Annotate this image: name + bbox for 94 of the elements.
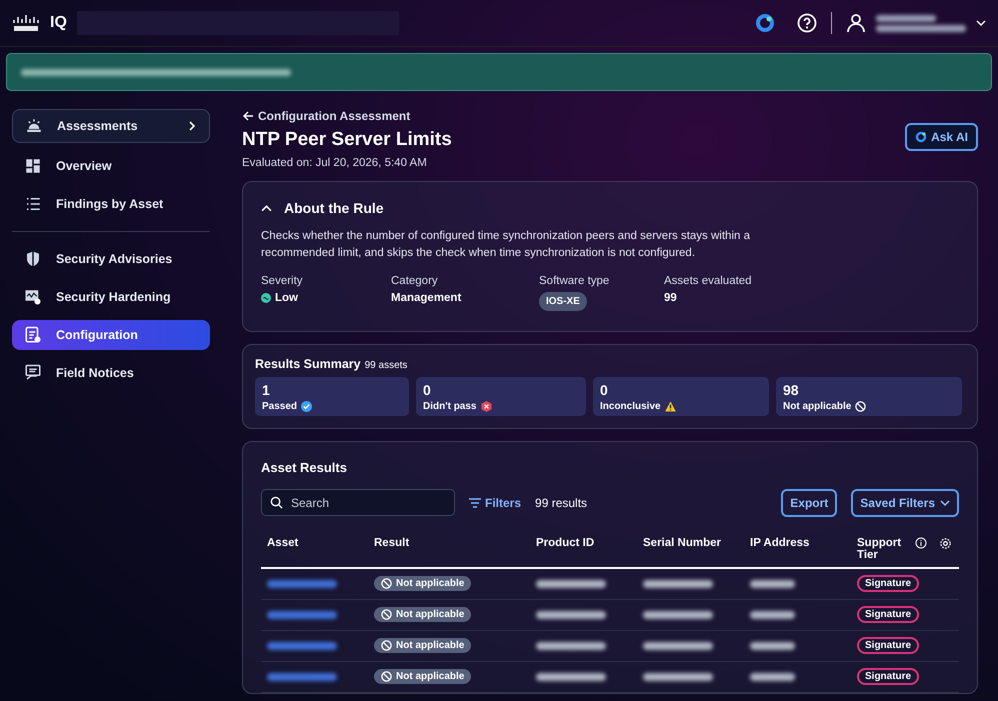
software-tag: IOS-XE [539, 292, 587, 310]
column-header: Product ID [536, 536, 594, 548]
ai-assistant-icon [915, 131, 928, 143]
summary-value: 98 [783, 382, 800, 398]
severity-icon [261, 292, 271, 302]
sidebar-item[interactable]: Security Hardening [12, 282, 210, 312]
field-label: Category [391, 274, 439, 286]
summary-value: 0 [423, 382, 432, 398]
dashboard-icon [24, 157, 42, 175]
result-badge: Not applicable [374, 638, 472, 652]
redacted-text [750, 580, 795, 588]
logo-icon [12, 14, 40, 32]
info-icon [915, 536, 927, 548]
summary-value: 1 [262, 382, 271, 398]
about-toggle[interactable]: About the Rule [261, 200, 384, 216]
page-title: NTP Peer Server Limits [242, 129, 452, 151]
blocked-icon [855, 400, 866, 412]
redacted-text [750, 642, 795, 650]
redacted-text [536, 672, 606, 680]
column-header: Result [374, 536, 410, 548]
alarm-icon [25, 117, 43, 135]
sidebar-item[interactable]: Overview [12, 151, 210, 181]
chevron-down-icon [940, 498, 950, 508]
redacted-text [643, 642, 713, 650]
back-arrow-icon [242, 110, 254, 122]
message-icon [24, 364, 42, 382]
help-icon[interactable] [797, 13, 817, 33]
search-input[interactable]: Search [289, 494, 433, 510]
field-label: Assets evaluated [664, 274, 753, 286]
filter-icon [469, 498, 481, 508]
evaluated-date: Evaluated on: Jul 20, 2026, 5:40 AM [242, 157, 428, 169]
redacted-text [643, 610, 713, 618]
list-icon [24, 195, 42, 213]
chevron-down-icon[interactable] [976, 18, 986, 28]
error-icon [480, 400, 492, 412]
column-header: Asset [267, 536, 298, 548]
blocked-icon [381, 670, 392, 682]
redacted-text [536, 610, 606, 618]
redacted-text [536, 580, 606, 588]
blocked-icon [381, 640, 392, 650]
settings-icon[interactable] [939, 536, 952, 550]
search-field[interactable]: Search [261, 489, 455, 516]
summary-label: Not applicable [783, 400, 852, 412]
sidebar-item[interactable]: Findings by Asset [12, 189, 210, 219]
section-title: Asset Results [261, 460, 348, 474]
export-button[interactable]: Export [781, 488, 838, 516]
column-header: Serial Number [643, 536, 721, 548]
saved-filters-button[interactable]: Saved Filters [851, 488, 959, 516]
result-badge: Not applicable [374, 606, 472, 622]
tier-badge: Signature [857, 637, 920, 654]
ai-assistant-icon[interactable] [755, 13, 775, 33]
warning-icon [664, 400, 676, 412]
sidebar-item[interactable]: Configuration [12, 320, 210, 350]
product-name: IQ [50, 14, 67, 32]
field-value: Management [391, 292, 462, 304]
redacted-text [643, 580, 713, 588]
summary-value: 0 [600, 382, 609, 398]
result-badge: Not applicable [374, 668, 472, 684]
chevron-icon [261, 202, 272, 214]
field-label: Software type [539, 274, 610, 286]
summary-label: Passed [262, 400, 298, 412]
summary-label: Didn't pass [423, 400, 476, 412]
redacted-text [750, 610, 795, 618]
blocked-icon [381, 608, 392, 620]
column-header: Support Tier [857, 536, 902, 560]
summary-label: Inconclusive [600, 400, 661, 412]
chevron-right-icon [187, 121, 197, 131]
user-icon[interactable] [846, 13, 866, 33]
redacted-text [643, 672, 713, 680]
sidebar-item[interactable]: Security Advisories [12, 244, 210, 274]
rule-description: Checks whether the number of configured time synchronization peers and servers stays within a recommended limit, and skips the check when time synchronization is not configured. [261, 229, 751, 262]
column-header: IP Address [750, 536, 810, 548]
redacted-text [536, 642, 606, 650]
tier-badge: Signature [857, 606, 920, 623]
ask-ai-button[interactable]: Ask AI [905, 123, 978, 151]
tier-badge: Signature [857, 668, 920, 685]
redacted-text [876, 14, 936, 22]
blocked-icon [381, 578, 392, 588]
sidebar-item[interactable]: Field Notices [12, 358, 210, 388]
field-label: Severity [261, 274, 304, 286]
sidebar-item[interactable]: Assessments [12, 109, 210, 143]
filters-button[interactable]: Filters [469, 496, 522, 510]
section-title: Results Summary [255, 356, 361, 370]
result-count: 99 results [535, 496, 588, 510]
field-value: 99 [664, 292, 678, 304]
shield-icon [24, 250, 42, 268]
tier-badge: Signature [857, 575, 920, 592]
result-badge: Not applicable [374, 576, 472, 590]
redacted-text [750, 672, 795, 680]
search-icon [270, 496, 283, 509]
field-value: Low [275, 292, 298, 304]
check-icon [301, 400, 312, 412]
asset-count: 99 assets [364, 360, 408, 370]
back-link[interactable]: Configuration Assessment [242, 109, 410, 123]
